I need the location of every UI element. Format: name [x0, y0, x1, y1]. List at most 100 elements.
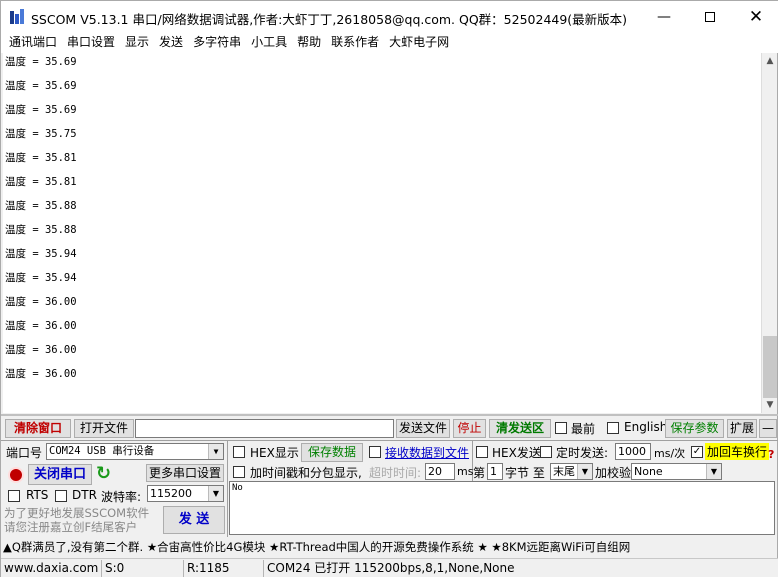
close-button[interactable]: ✕ — [733, 1, 778, 32]
menu-item-contact[interactable]: 联系作者 — [326, 33, 384, 52]
nth-byte-input[interactable]: 1 — [487, 463, 503, 480]
recv-to-file-label[interactable]: 接收数据到文件 — [385, 444, 469, 461]
status-received-count: R:1185 — [183, 560, 263, 577]
interval-input[interactable]: 1000 — [615, 443, 651, 460]
menu-item-display[interactable]: 显示 — [120, 33, 154, 52]
checksum-label: 加校验 — [595, 466, 632, 480]
menu-item-serial-settings[interactable]: 串口设置 — [62, 33, 120, 52]
timed-send-checkbox[interactable] — [540, 446, 552, 458]
minimize-icon: — — [657, 8, 671, 25]
sscom-logo-icon — [10, 9, 24, 24]
add-crlf-checkbox[interactable]: ✓ — [691, 446, 703, 458]
menu-item-multi-string[interactable]: 多字符串 — [188, 33, 246, 52]
english-checkbox[interactable] — [607, 422, 619, 434]
save-data-button[interactable]: 保存数据 — [301, 443, 363, 462]
baud-label: 波特率: — [101, 490, 142, 504]
menu-bar: 通讯端口 串口设置 显示 发送 多字符串 小工具 帮助 联系作者 大虾电子网 — [1, 32, 778, 53]
hex-display-label: HEX显示 — [250, 446, 299, 460]
scroll-down-icon[interactable]: ▼ — [762, 397, 778, 413]
close-port-button[interactable]: 关闭串口 — [28, 464, 92, 485]
window-title: SSCOM V5.13.1 串口/网络数据调试器,作者:大虾丁丁,2618058… — [31, 12, 628, 27]
timed-send-label: 定时发送: — [556, 446, 609, 460]
ad-banner[interactable]: ▲Q群满员了,没有第二个群. ★合宙高性价比4G模块 ★RT-Thread中国人… — [3, 538, 777, 556]
hex-send-checkbox[interactable] — [476, 446, 488, 458]
open-file-button[interactable]: 打开文件 — [74, 419, 134, 438]
menu-item-website[interactable]: 大虾电子网 — [384, 33, 454, 52]
end-select-value: 末尾 — [553, 465, 575, 478]
chevron-down-icon: ▼ — [706, 464, 721, 479]
baud-select-value: 115200 — [150, 487, 192, 500]
scroll-thumb[interactable] — [763, 336, 777, 398]
menu-item-help[interactable]: 帮助 — [292, 33, 326, 52]
receive-line: 温度 = 35.94 — [5, 272, 77, 284]
status-sent-count: S:0 — [101, 560, 183, 577]
refresh-icon[interactable]: ↻ — [96, 463, 111, 484]
receive-line: 温度 = 35.81 — [5, 152, 77, 164]
send-button[interactable]: 发 送 — [163, 506, 225, 534]
english-label: English — [624, 420, 668, 434]
interval-unit: ms/次 — [654, 447, 686, 460]
checksum-select-value: None — [634, 465, 663, 478]
receive-line: 温度 = 35.88 — [5, 200, 77, 212]
sscom-window: SSCOM V5.13.1 串口/网络数据调试器,作者:大虾丁丁,2618058… — [0, 0, 778, 577]
latest-label: 最前 — [571, 422, 596, 436]
maximize-button[interactable] — [687, 1, 733, 32]
port-label: 端口号 — [6, 446, 43, 460]
splitter[interactable] — [1, 414, 778, 416]
chevron-down-icon: ▼ — [208, 486, 223, 501]
send-file-button[interactable]: 发送文件 — [396, 419, 450, 438]
byte-to-label: 字节 至 — [505, 466, 545, 480]
receive-line: 温度 = 35.75 — [5, 128, 77, 140]
clear-send-button[interactable]: 清发送区 — [489, 419, 551, 438]
divider — [1, 440, 778, 441]
receive-line: 温度 = 35.88 — [5, 224, 77, 236]
rts-checkbox[interactable] — [8, 490, 20, 502]
menu-item-port[interactable]: 通讯端口 — [4, 33, 62, 52]
receive-scrollbar[interactable]: ▲ ▼ — [761, 53, 777, 413]
title-bar[interactable]: SSCOM V5.13.1 串口/网络数据调试器,作者:大虾丁丁,2618058… — [1, 1, 778, 32]
save-params-button[interactable]: 保存参数 — [665, 419, 724, 438]
file-path-input[interactable] — [135, 419, 394, 438]
close-icon: ✕ — [748, 6, 764, 27]
promo-text[interactable]: 为了更好地发展SSCOM软件 请您注册嘉立创F结尾客户 — [4, 506, 164, 534]
checksum-select[interactable]: None ▼ — [631, 463, 722, 480]
receive-line: 温度 = 36.00 — [5, 344, 77, 356]
receive-line: 温度 = 35.69 — [5, 80, 77, 92]
timestamp-checkbox[interactable] — [233, 466, 245, 478]
minimize-button[interactable]: — — [641, 1, 687, 32]
end-select[interactable]: 末尾 ▼ — [550, 463, 593, 480]
port-status-icon — [8, 467, 24, 483]
send-text-input[interactable]: No — [229, 481, 775, 535]
menu-item-send[interactable]: 发送 — [154, 33, 188, 52]
baud-select[interactable]: 115200 ▼ — [147, 485, 224, 502]
stop-button[interactable]: 停止 — [453, 419, 486, 438]
receive-line: 温度 = 36.00 — [5, 368, 77, 380]
receive-line: 温度 = 35.69 — [5, 56, 77, 68]
receive-text-area[interactable]: 温度 = 35.69 温度 = 35.69 温度 = 35.69 温度 = 35… — [3, 53, 761, 413]
clear-window-button[interactable]: 清除窗口 — [5, 419, 71, 438]
more-settings-button[interactable]: 更多串口设置 — [146, 464, 224, 482]
chevron-down-icon: ▼ — [208, 444, 223, 459]
hex-display-checkbox[interactable] — [233, 446, 245, 458]
recv-to-file-checkbox[interactable] — [369, 446, 381, 458]
status-website[interactable]: www.daxia.com — [1, 560, 98, 577]
menu-item-tools[interactable]: 小工具 — [246, 33, 292, 52]
timestamp-label: 加时间戳和分包显示, — [250, 466, 362, 480]
hex-send-label: HEX发送 — [492, 446, 541, 460]
timeout-label: 超时时间: — [369, 466, 422, 480]
receive-line: 温度 = 36.00 — [5, 320, 77, 332]
status-bar: www.daxia.com S:0 R:1185 COM24 已打开 11520… — [1, 558, 778, 577]
collapse-button[interactable]: — — [759, 419, 777, 438]
receive-line: 温度 = 35.81 — [5, 176, 77, 188]
timeout-unit: ms — [457, 465, 474, 478]
status-port-info: COM24 已打开 115200bps,8,1,None,None — [263, 560, 778, 577]
rts-label: RTS — [26, 488, 49, 502]
add-crlf-label: 加回车换行 — [705, 443, 770, 460]
port-select[interactable]: COM24 USB 串行设备 ▼ — [46, 443, 224, 460]
latest-checkbox[interactable] — [555, 422, 567, 434]
help-icon[interactable]: ? — [768, 448, 774, 461]
expand-button[interactable]: 扩展 — [727, 419, 757, 438]
scroll-up-icon[interactable]: ▲ — [762, 53, 778, 69]
timeout-input[interactable]: 20 — [425, 463, 455, 480]
dtr-checkbox[interactable] — [55, 490, 67, 502]
